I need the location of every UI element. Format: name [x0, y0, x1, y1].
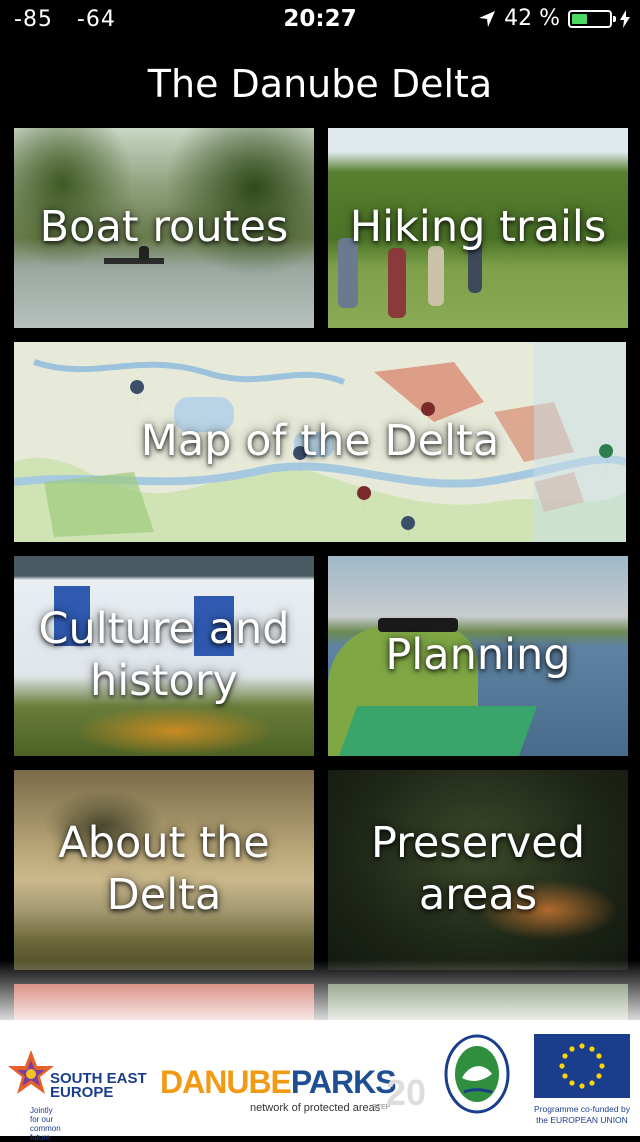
- tile-label: Culture and history: [38, 604, 290, 706]
- page-title: The Danube Delta: [147, 62, 493, 106]
- tile-label: Map of the Delta: [140, 416, 500, 467]
- status-right: 42 %: [478, 6, 630, 31]
- danubeparks-sub: network of protected areas: [250, 1102, 381, 1114]
- danube-delta-reserve-seal-icon: [444, 1034, 510, 1114]
- status-bar: -85 -64 20:27 42 %: [0, 0, 640, 40]
- tile-boat-routes[interactable]: Boat routes: [14, 128, 314, 328]
- see-star-icon: [8, 1050, 54, 1094]
- battery-percent: 42 %: [504, 6, 560, 31]
- tile-map-of-the-delta[interactable]: Map of the Delta: [14, 342, 626, 542]
- eu-caption: Programme co-funded by the EUROPEAN UNIO…: [534, 1104, 630, 1125]
- charging-bolt-icon: [620, 9, 630, 28]
- battery-icon: [568, 9, 616, 28]
- tile-label: About the Delta: [58, 818, 270, 920]
- tile-label: Planning: [385, 630, 571, 681]
- tile-culture-and-history[interactable]: Culture and history: [14, 556, 314, 756]
- danubeparks-a: DANUBE: [160, 1064, 292, 1100]
- danubeparks-logo: DANUBEPARKS: [160, 1064, 397, 1101]
- danubeparks-number: 20: [386, 1072, 427, 1113]
- tile-preserved-areas[interactable]: Preserved areas: [328, 770, 628, 970]
- partner-logos-footer: SOUTH EAST EUROPE Jointly for our common…: [0, 1020, 640, 1142]
- tile-label: Hiking trails: [349, 202, 607, 253]
- tile-planning[interactable]: Planning: [328, 556, 628, 756]
- tile-label: Preserved areas: [370, 818, 586, 920]
- eu-flag-icon: [534, 1034, 630, 1098]
- danubeparks-b: PARKS: [290, 1064, 397, 1100]
- tile-hiking-trails[interactable]: Hiking trails: [328, 128, 628, 328]
- see-name: SOUTH EAST EUROPE: [50, 1070, 147, 1101]
- location-arrow-icon: [479, 10, 496, 27]
- tile-label: Boat routes: [39, 202, 289, 253]
- see-tagline: Jointly for our common future: [30, 1106, 61, 1142]
- tile-about-the-delta[interactable]: About the Delta: [14, 770, 314, 970]
